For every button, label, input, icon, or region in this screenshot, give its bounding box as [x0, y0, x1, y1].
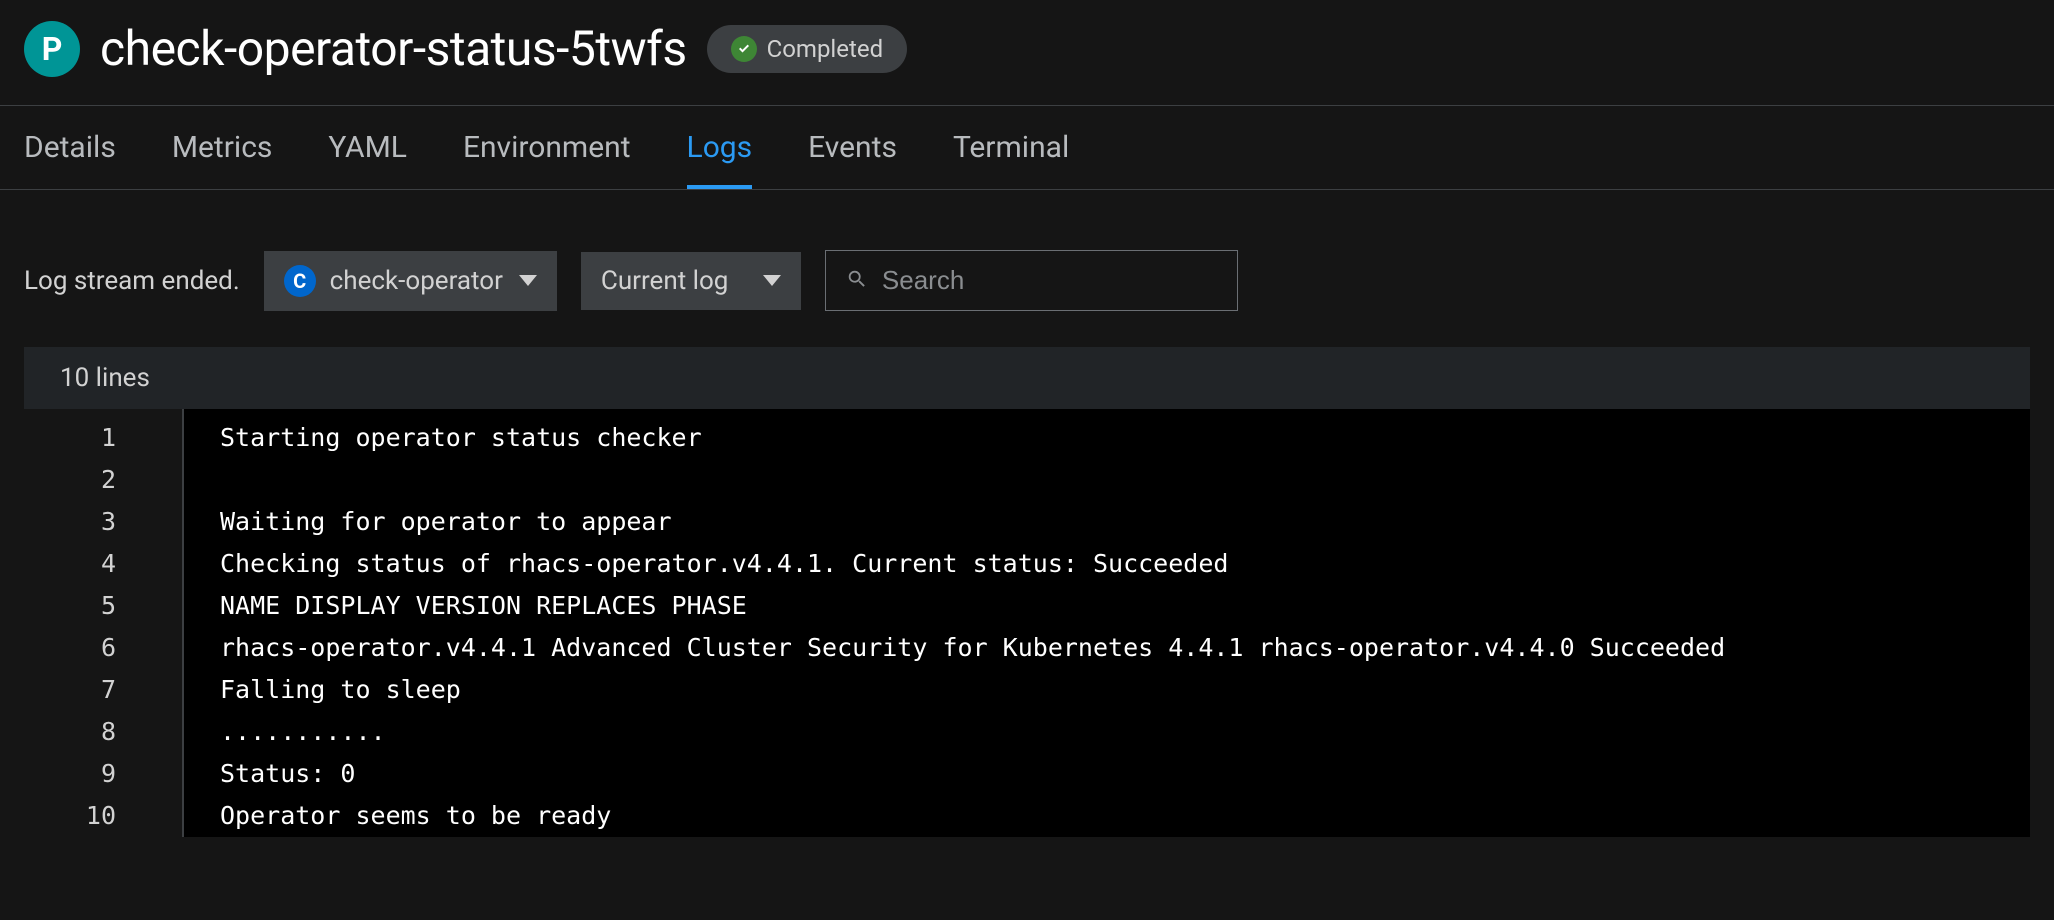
log-line: 7Falling to sleep: [24, 669, 2030, 711]
log-line: 2: [24, 459, 2030, 501]
log-line: 6rhacs-operator.v4.4.1 Advanced Cluster …: [24, 627, 2030, 669]
line-number: 7: [24, 669, 184, 711]
line-number: 8: [24, 711, 184, 753]
line-content: Status: 0: [184, 753, 355, 795]
line-content: ...........: [184, 711, 386, 753]
line-content: Falling to sleep: [184, 669, 461, 711]
line-number: 3: [24, 501, 184, 543]
line-content: [184, 459, 220, 501]
line-content: NAME DISPLAY VERSION REPLACES PHASE: [184, 585, 747, 627]
line-number: 2: [24, 459, 184, 501]
tab-logs[interactable]: Logs: [687, 106, 753, 189]
line-content: Checking status of rhacs-operator.v4.4.1…: [184, 543, 1228, 585]
log-line: 1Starting operator status checker: [24, 409, 2030, 459]
line-number: 4: [24, 543, 184, 585]
container-dropdown[interactable]: C check-operator: [264, 251, 557, 311]
tab-metrics[interactable]: Metrics: [172, 106, 273, 189]
page-header: P check-operator-status-5twfs Completed: [0, 0, 2054, 105]
line-content: Waiting for operator to appear: [184, 501, 672, 543]
line-number: 6: [24, 627, 184, 669]
log-line: 9Status: 0: [24, 753, 2030, 795]
line-content: Starting operator status checker: [184, 409, 702, 459]
log-viewer[interactable]: 1Starting operator status checker23Waiti…: [24, 409, 2030, 837]
line-number: 9: [24, 753, 184, 795]
line-number: 5: [24, 585, 184, 627]
log-line: 3Waiting for operator to appear: [24, 501, 2030, 543]
pod-icon: P: [24, 21, 80, 77]
container-dropdown-label: check-operator: [330, 266, 503, 296]
tab-events[interactable]: Events: [808, 106, 897, 189]
log-line: 4Checking status of rhacs-operator.v4.4.…: [24, 543, 2030, 585]
line-number: 1: [24, 409, 184, 459]
tab-details[interactable]: Details: [24, 106, 116, 189]
page-title: check-operator-status-5twfs: [100, 20, 687, 77]
search-icon: [846, 268, 868, 294]
chevron-down-icon: [519, 275, 537, 286]
log-controls: Log stream ended. C check-operator Curre…: [0, 190, 2054, 347]
search-box[interactable]: [825, 250, 1238, 311]
log-scope-dropdown[interactable]: Current log: [581, 252, 801, 310]
status-badge: Completed: [707, 25, 908, 73]
lines-count-bar: 10 lines: [24, 347, 2030, 409]
container-icon: C: [284, 265, 316, 297]
line-content: rhacs-operator.v4.4.1 Advanced Cluster S…: [184, 627, 1725, 669]
chevron-down-icon: [763, 275, 781, 286]
search-input[interactable]: [882, 265, 1217, 296]
tabs: Details Metrics YAML Environment Logs Events T…: [0, 105, 2054, 190]
line-number: 10: [24, 795, 184, 837]
tab-yaml[interactable]: YAML: [328, 106, 407, 189]
tab-terminal[interactable]: Terminal: [953, 106, 1069, 189]
line-content: Operator seems to be ready: [184, 795, 611, 837]
tab-environment[interactable]: Environment: [463, 106, 631, 189]
log-scope-dropdown-label: Current log: [601, 266, 729, 296]
check-circle-icon: [731, 36, 757, 62]
log-line: 10Operator seems to be ready: [24, 795, 2030, 837]
log-line: 5NAME DISPLAY VERSION REPLACES PHASE: [24, 585, 2030, 627]
stream-status: Log stream ended.: [24, 266, 240, 296]
log-line: 8...........: [24, 711, 2030, 753]
status-label: Completed: [767, 35, 884, 63]
